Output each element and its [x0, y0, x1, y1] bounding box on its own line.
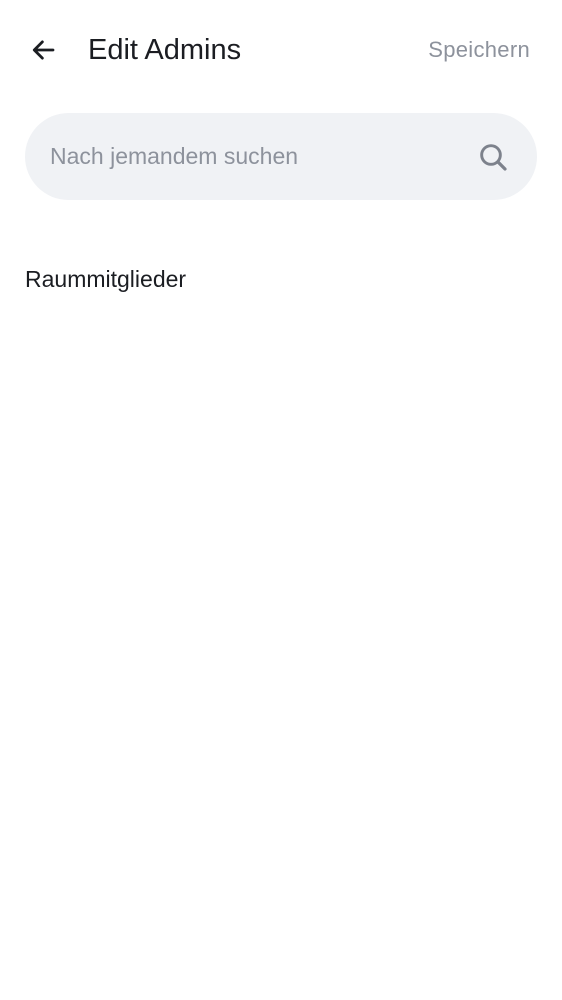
- page-title: Edit Admins: [88, 34, 242, 66]
- save-button[interactable]: Speichern: [428, 35, 530, 65]
- members-section-title: Raummitglieder: [25, 266, 187, 292]
- arrow-left-icon: [32, 40, 55, 60]
- search-input[interactable]: [50, 113, 460, 200]
- search-icon[interactable]: [477, 141, 509, 173]
- top-app-bar: Edit Admins Speichern: [0, 0, 562, 100]
- back-button[interactable]: [20, 28, 66, 72]
- search-bar: [25, 113, 537, 200]
